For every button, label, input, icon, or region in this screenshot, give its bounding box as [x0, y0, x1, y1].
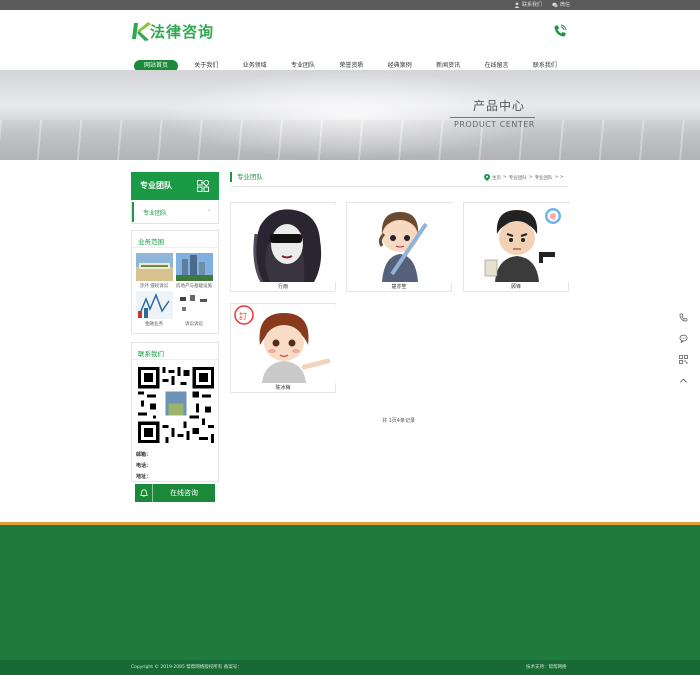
business-caption-3: 金融业务: [145, 322, 163, 327]
banner-floor: [0, 120, 700, 160]
svg-text:嗯: 嗯: [550, 214, 556, 221]
product-card[interactable]: 訂 陈冰梅: [230, 303, 336, 393]
breadcrumb-home[interactable]: 主页: [492, 175, 501, 181]
back-to-top-button[interactable]: [676, 373, 690, 387]
logo-text: 法律咨询: [150, 22, 215, 41]
product-name: 行雨: [277, 284, 288, 290]
location-pin-icon: [484, 174, 490, 181]
footer: [0, 522, 700, 675]
top-bar: 联系我们 微信: [0, 0, 700, 10]
top-links: 联系我们 微信: [514, 1, 570, 9]
user-icon: [514, 2, 520, 8]
wechat-icon: [552, 2, 558, 8]
logo-k-icon: [132, 22, 151, 41]
product-name: 楚亦笙: [391, 284, 407, 290]
breadcrumb-team[interactable]: 专业团队: [509, 175, 527, 181]
business-thumb-3[interactable]: [136, 291, 173, 319]
product-image: 訂: [232, 305, 336, 383]
footer-bottom-bar: Copyright © 2019-2085 帮帮网络版权所有 备案号： 技术支持…: [0, 660, 700, 675]
banner-title-cn: 产品中心: [473, 99, 526, 113]
business-title: 业务范围: [138, 238, 164, 246]
banner-divider: [450, 117, 535, 118]
footer-copyright: Copyright © 2019-2085 帮帮网络版权所有 备案号：: [131, 665, 242, 670]
grid-icon: [197, 180, 209, 192]
contact-address-label: 地址：: [136, 474, 152, 480]
breadcrumb-sep: >: [503, 175, 507, 180]
header: 法律咨询 网站首页 关于我们 业务领域 专业团队 荣誉资质 经典案例 新闻资讯 …: [0, 10, 700, 72]
sidebar-item-team[interactable]: 专业团队 ›: [131, 200, 219, 224]
float-phone-button[interactable]: [676, 310, 690, 324]
chat-icon: [679, 334, 687, 343]
qr-code: [138, 367, 214, 443]
business-thumb-4[interactable]: [176, 291, 213, 319]
footer-support[interactable]: 技术支持：帮帮网络: [526, 664, 567, 670]
pagination-info: 共 1页4条记录: [382, 418, 415, 424]
qrcode-icon: [678, 354, 688, 364]
business-divider: [132, 247, 218, 248]
product-name: 顾锋: [510, 284, 521, 290]
product-name: 陈冰梅: [275, 385, 291, 391]
phone-icon: [679, 313, 687, 321]
product-image: [348, 204, 452, 282]
contact-phone-label: 电话：: [136, 463, 152, 469]
business-caption-1: 涉外 侵权诉讼: [139, 284, 169, 289]
product-image: 嗯: [465, 204, 569, 282]
site-logo[interactable]: 法律咨询: [130, 20, 214, 42]
online-consult-label: 在线咨询: [170, 489, 198, 497]
banner-title-en: PRODUCT CENTER: [454, 120, 535, 129]
sidebar-active-bar: [132, 202, 134, 222]
business-caption-2: 房地产与基础设施: [176, 284, 212, 289]
product-card[interactable]: 楚亦笙: [346, 202, 452, 292]
contact-email-label: 邮箱：: [136, 452, 152, 458]
float-qrcode-button[interactable]: [676, 352, 690, 366]
float-chat-button[interactable]: [676, 331, 690, 345]
bell-icon: [135, 484, 153, 502]
svg-text:訂: 訂: [239, 311, 247, 321]
product-image: [232, 204, 336, 282]
top-link-contact[interactable]: 联系我们: [514, 1, 542, 9]
breadcrumb: 主页 > 专业团队 > 专业团队 > >: [484, 174, 564, 181]
page-banner: [0, 70, 700, 160]
breadcrumb-current[interactable]: 专业团队: [535, 175, 553, 181]
business-thumb-2[interactable]: [176, 253, 213, 281]
contact-divider: [132, 359, 218, 360]
phone-icon: [554, 24, 567, 37]
section-title: 专业团队: [230, 172, 263, 182]
sidebar-heading-text: 专业团队: [140, 181, 172, 190]
business-thumb-1[interactable]: [136, 253, 173, 281]
product-card[interactable]: 行雨: [230, 202, 336, 292]
contact-title: 联系我们: [138, 350, 164, 358]
product-card[interactable]: 嗯 顾锋: [463, 202, 569, 292]
top-link-wechat[interactable]: 微信: [552, 1, 570, 9]
business-box: 业务范围 涉外 侵权诉讼 房地产与基础设施 金融业务 诉讼诉讼: [131, 230, 219, 334]
breadcrumb-sep: >: [528, 175, 533, 180]
business-caption-4: 诉讼诉讼: [185, 322, 203, 327]
breadcrumb-sep: > >: [554, 175, 564, 180]
chevron-up-icon: [679, 378, 687, 383]
section-divider: [230, 186, 568, 187]
sidebar-heading: 专业团队: [131, 172, 219, 200]
sidebar-item-label: 专业团队: [143, 210, 168, 217]
chevron-right-icon: ›: [208, 207, 211, 214]
contact-box: 联系我们 邮箱： 电话： 地址：: [131, 342, 219, 482]
online-consult-button[interactable]: 在线咨询: [135, 484, 215, 502]
